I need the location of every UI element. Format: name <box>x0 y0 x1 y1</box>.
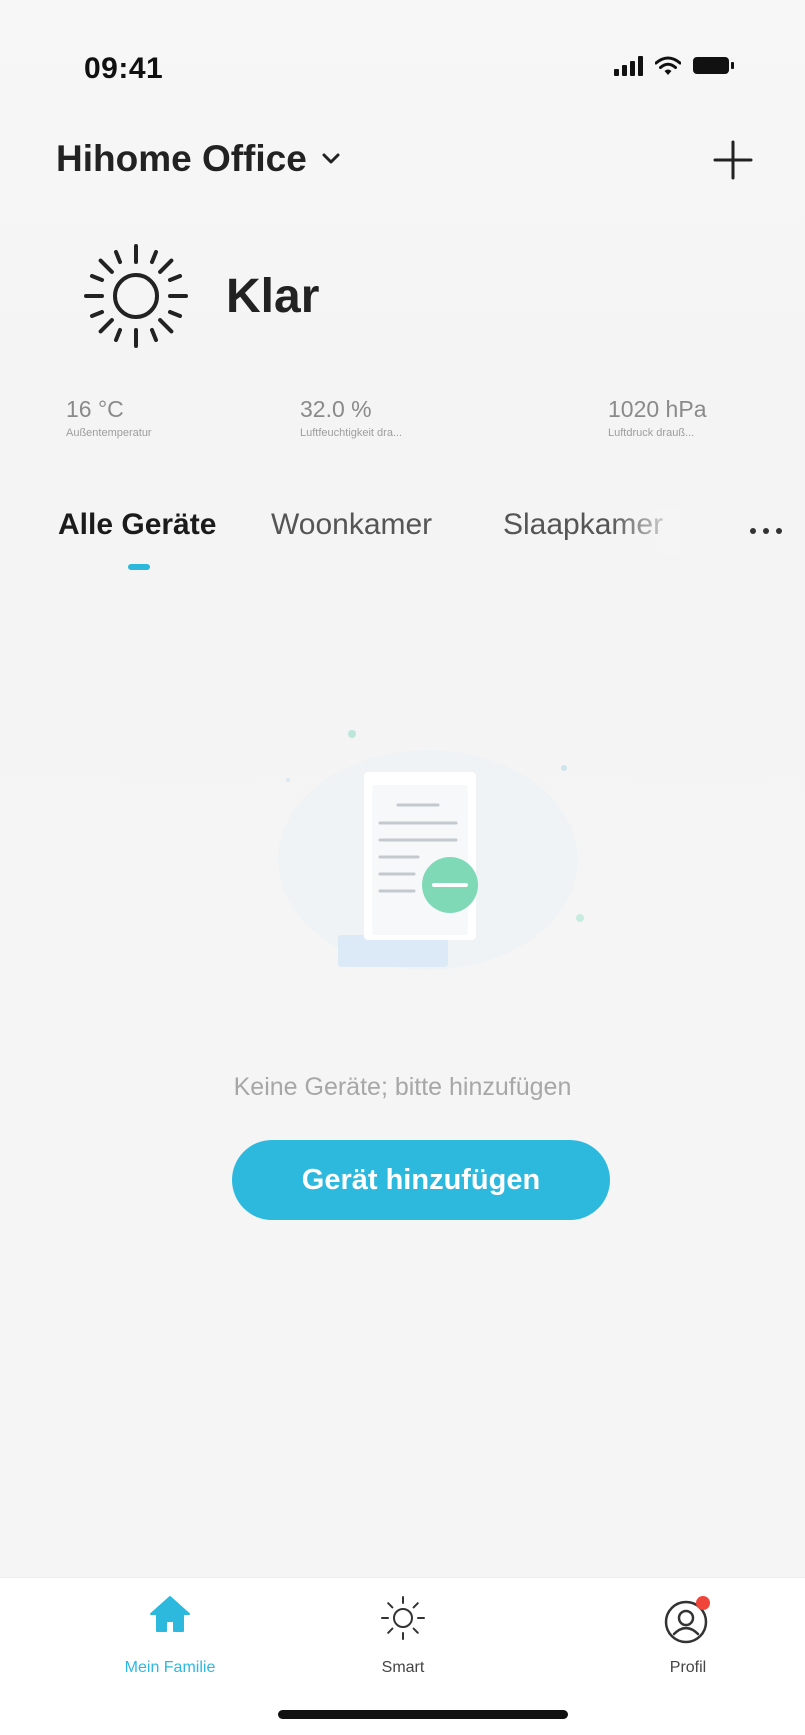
active-tab-indicator <box>128 564 150 570</box>
empty-state-message: Keine Geräte; bitte hinzufügen <box>233 1073 572 1101</box>
home-indicator <box>278 1710 568 1719</box>
nav-item-smart[interactable]: Smart <box>323 1578 483 1698</box>
room-tabs: Alle Geräte Woonkamer Slaapkamer <box>0 508 805 578</box>
tab-alle-geraete[interactable]: Alle Geräte <box>58 508 216 542</box>
sun-icon <box>84 244 188 348</box>
status-icons <box>614 56 734 76</box>
home-name: Hihome Office <box>56 138 307 179</box>
sun-icon <box>381 1596 425 1640</box>
nav-label: Profil <box>669 1659 707 1676</box>
more-icon[interactable] <box>746 516 786 546</box>
profile-icon <box>664 1596 710 1644</box>
metric-pressure: 1020 hPa Luftdruck drauß... <box>608 396 706 439</box>
status-time: 09:41 <box>84 52 164 85</box>
weather-condition: Klar <box>226 269 320 323</box>
tab-woonkamer[interactable]: Woonkamer <box>271 508 432 542</box>
weather-summary: Klar <box>80 240 319 352</box>
metric-value: 32.0 % <box>300 396 372 422</box>
nav-item-mein-familie[interactable]: Mein Familie <box>90 1578 250 1698</box>
add-icon[interactable] <box>709 136 757 184</box>
battery-icon <box>693 57 734 74</box>
app-screen: 09:41 Hihome Office Klar 16 °C Außentemp… <box>0 0 805 1735</box>
nav-item-profil[interactable]: Profil <box>608 1578 768 1698</box>
tab-fade <box>610 508 680 554</box>
nav-label: Smart <box>381 1659 425 1676</box>
metric-value: 1020 hPa <box>608 396 707 422</box>
metric-label: Außentemperatur <box>66 427 152 439</box>
empty-state-illustration <box>278 730 584 970</box>
metric-temperature: 16 °C Außentemperatur <box>66 396 152 439</box>
home-selector[interactable]: Hihome Office <box>56 138 341 180</box>
status-bar: 09:41 <box>0 0 805 130</box>
metric-humidity: 32.0 % Luftfeuchtigkeit dra... <box>300 396 402 439</box>
add-device-button[interactable]: Gerät hinzufügen <box>232 1140 610 1220</box>
wifi-icon <box>655 56 681 75</box>
nav-label: Mein Familie <box>124 1659 216 1676</box>
cellular-signal-icon <box>614 56 643 76</box>
metric-label: Luftfeuchtigkeit dra... <box>300 427 403 439</box>
notification-badge <box>696 1596 710 1610</box>
chevron-down-icon <box>322 153 340 164</box>
metric-label: Luftdruck drauß... <box>608 427 695 439</box>
metric-value: 16 °C <box>66 396 124 422</box>
home-icon <box>150 1596 190 1632</box>
